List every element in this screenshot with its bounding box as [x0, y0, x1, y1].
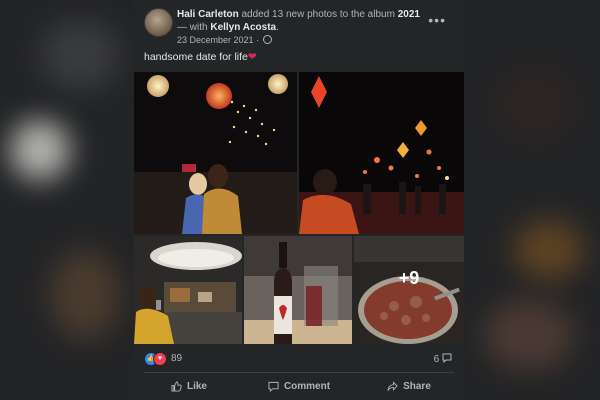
photo-wine-bottle[interactable]	[244, 236, 352, 344]
photo-pizza-more[interactable]: +9	[354, 236, 464, 344]
comment-button[interactable]: Comment	[244, 375, 354, 397]
thumb-up-icon	[171, 380, 182, 392]
author-name[interactable]: Hali Carleton	[177, 9, 239, 20]
photo-couple-lanterns[interactable]	[134, 72, 297, 234]
share-button[interactable]: Share	[354, 375, 464, 397]
post-header: Hali Carleton added 13 new photos to the…	[144, 7, 454, 47]
heart-emoji: ❤	[247, 51, 257, 63]
comment-bubble-icon	[442, 353, 452, 364]
more-options-icon[interactable]: •••	[428, 12, 446, 28]
photo-man-restaurant[interactable]	[134, 236, 242, 344]
avatar[interactable]	[144, 8, 173, 37]
meta-separator: ·	[256, 35, 260, 45]
comment-label: Comment	[283, 380, 331, 392]
share-label: Share	[403, 380, 431, 392]
post-date[interactable]: 23 December 2021	[177, 35, 254, 45]
like-label: Like	[186, 380, 207, 392]
more-photos-overlay[interactable]: +9	[354, 236, 464, 344]
period: .	[276, 22, 279, 33]
comment-count[interactable]: 6	[434, 353, 452, 365]
reaction-count: 89	[171, 353, 183, 364]
tagged-person[interactable]: Kellyn Acosta	[210, 22, 276, 33]
post-actions: Like Comment Share	[134, 375, 464, 397]
blurred-background-left	[0, 0, 134, 400]
album-link[interactable]: 2021	[398, 9, 420, 20]
post-header-text: Hali Carleton added 13 new photos to the…	[177, 8, 427, 46]
action-text: added 13 new photos to the album	[241, 9, 395, 20]
caption-text: handsome date for life	[144, 51, 248, 63]
feed-post: Hali Carleton added 13 new photos to the…	[134, 0, 464, 400]
love-reaction-icon: ♥	[153, 352, 167, 366]
blurred-background-right	[464, 0, 600, 400]
photo-street-lanterns[interactable]	[299, 72, 464, 234]
comment-icon	[268, 381, 279, 392]
post-caption: handsome date for life❤	[144, 51, 257, 63]
like-button[interactable]: Like	[134, 375, 244, 397]
with-text: — with	[177, 22, 208, 33]
globe-icon	[262, 35, 272, 44]
action-divider	[144, 372, 454, 373]
share-icon	[387, 380, 398, 391]
comment-count-value: 6	[433, 354, 440, 365]
